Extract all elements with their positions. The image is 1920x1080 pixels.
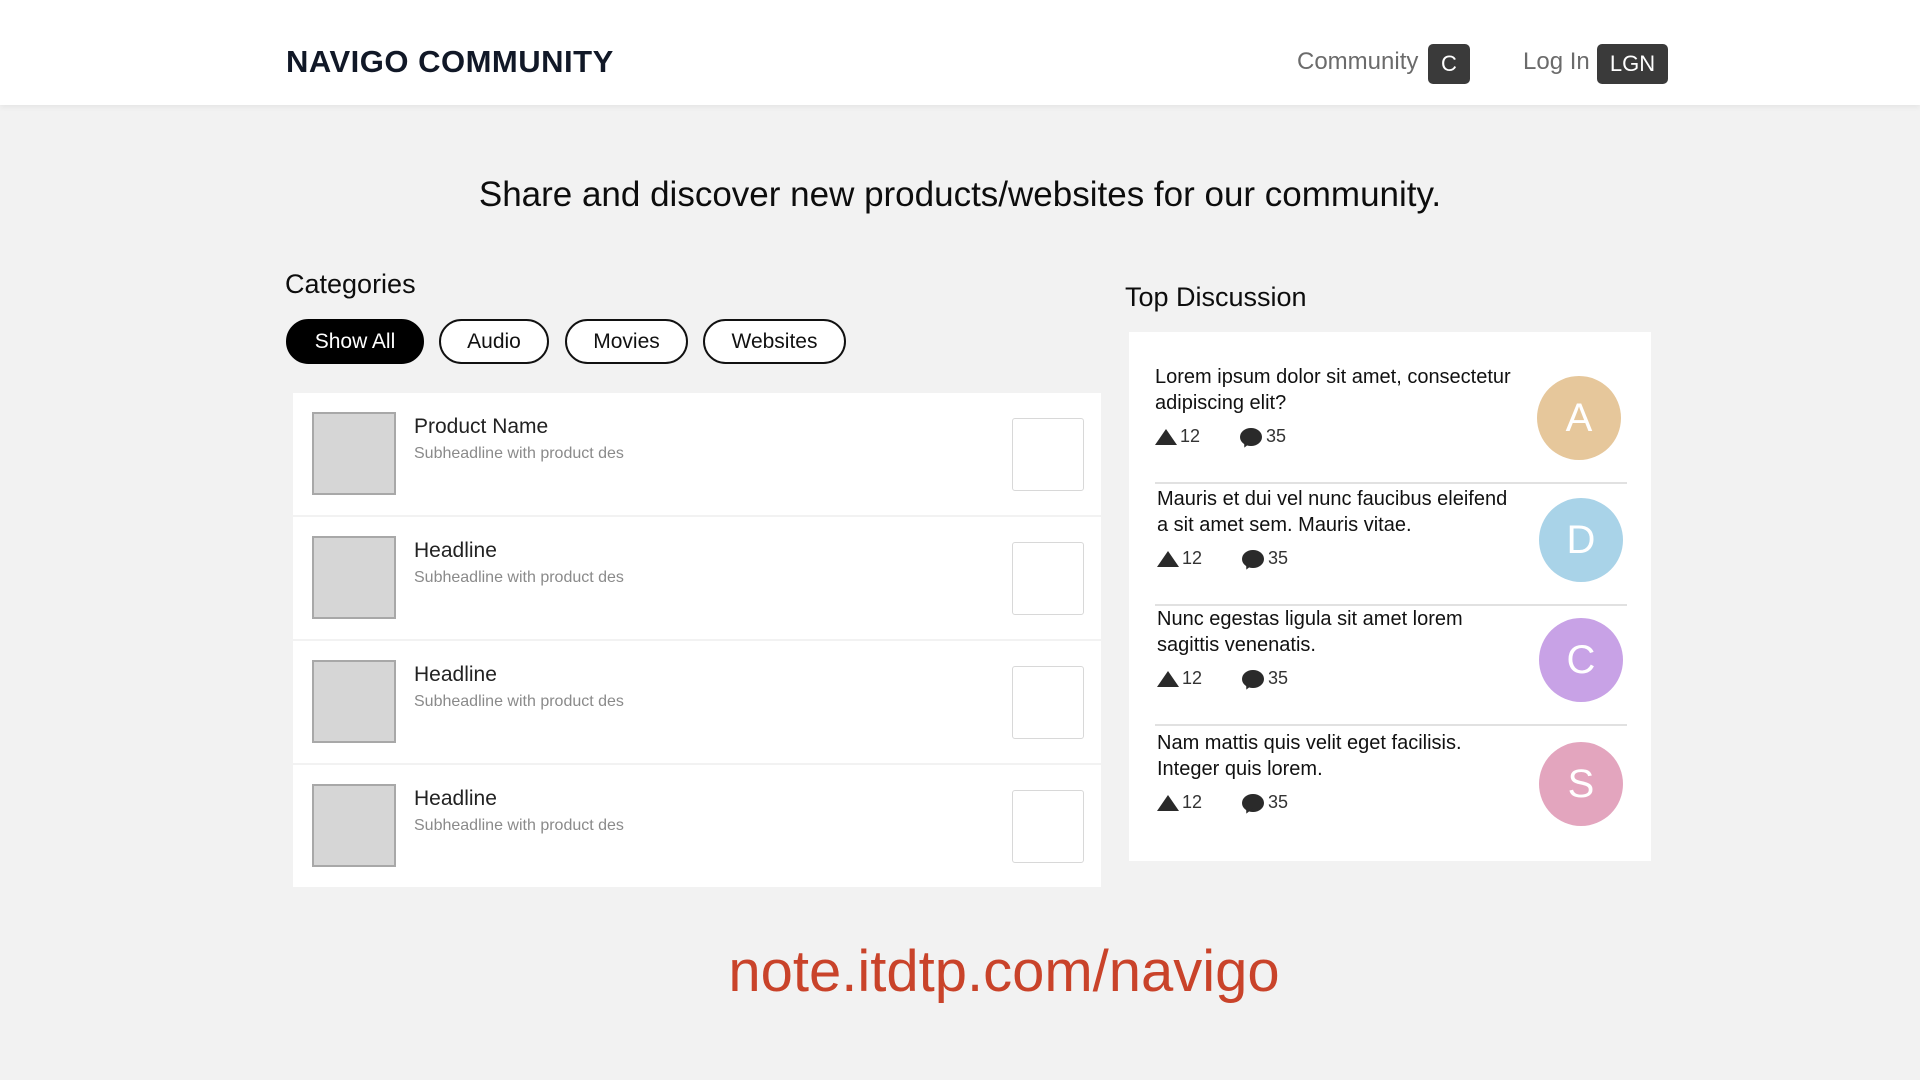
top-navigation-bar: NAVIGO COMMUNITY Community C Log In LGN — [0, 0, 1920, 105]
site-logo[interactable]: NAVIGO COMMUNITY — [286, 44, 614, 80]
product-action-button[interactable] — [1012, 666, 1084, 739]
upvote-count: 12 — [1182, 668, 1203, 688]
comment-count: 35 — [1268, 548, 1289, 568]
category-chip-audio[interactable]: Audio — [439, 319, 549, 364]
footer-url[interactable]: note.itdtp.com/navigo — [0, 938, 1920, 1005]
product-subtitle: Subheadline with product des — [414, 817, 624, 834]
category-chip-movies[interactable]: Movies — [565, 319, 688, 364]
upvote-icon[interactable] — [1157, 794, 1179, 811]
avatar[interactable]: S — [1539, 742, 1623, 826]
discussion-item[interactable]: Mauris et dui vel nunc faucibus eleifend… — [1155, 486, 1627, 606]
divider — [1155, 724, 1627, 726]
upvote-icon[interactable] — [1155, 428, 1177, 445]
discussion-item[interactable]: Nunc egestas ligula sit amet lorem sagit… — [1155, 606, 1627, 726]
avatar[interactable]: D — [1539, 498, 1623, 582]
product-title: Headline — [414, 539, 497, 562]
divider — [1155, 482, 1627, 484]
discussion-item[interactable]: Lorem ipsum dolor sit amet, consectetur … — [1155, 364, 1627, 484]
comment-count: 35 — [1268, 668, 1289, 688]
login-badge[interactable]: LGN — [1597, 44, 1668, 84]
discussion-text[interactable]: Lorem ipsum dolor sit amet, consectetur … — [1155, 364, 1515, 416]
discussion-meta: 12 35 — [1157, 548, 1288, 569]
product-action-button[interactable] — [1012, 542, 1084, 615]
upvote-count: 12 — [1182, 548, 1203, 568]
product-thumbnail — [312, 412, 396, 495]
discussion-meta: 12 35 — [1155, 426, 1286, 447]
page-headline: Share and discover new products/websites… — [478, 175, 1442, 214]
upvote-icon[interactable] — [1157, 550, 1179, 567]
discussion-text[interactable]: Nunc egestas ligula sit amet lorem sagit… — [1157, 606, 1517, 658]
upvote-count: 12 — [1180, 426, 1201, 446]
upvote-count: 12 — [1182, 792, 1203, 812]
avatar[interactable]: A — [1537, 376, 1621, 460]
discussion-text[interactable]: Nam mattis quis velit eget facilisis. In… — [1157, 730, 1517, 782]
product-row[interactable]: Headline Subheadline with product des — [293, 641, 1101, 763]
nav-link-community[interactable]: Community — [1297, 48, 1418, 76]
comment-count: 35 — [1268, 792, 1289, 812]
discussion-meta: 12 35 — [1157, 792, 1288, 813]
category-chip-show-all[interactable]: Show All — [286, 319, 424, 364]
product-subtitle: Subheadline with product des — [414, 693, 624, 710]
upvote-icon[interactable] — [1157, 670, 1179, 687]
comment-icon[interactable] — [1242, 549, 1265, 568]
product-row[interactable]: Headline Subheadline with product des — [293, 517, 1101, 639]
nav-link-login[interactable]: Log In — [1523, 48, 1590, 76]
discussion-item[interactable]: Nam mattis quis velit eget facilisis. In… — [1155, 730, 1627, 850]
discussion-text[interactable]: Mauris et dui vel nunc faucibus eleifend… — [1157, 486, 1517, 538]
product-thumbnail — [312, 784, 396, 867]
product-row[interactable]: Product Name Subheadline with product de… — [293, 393, 1101, 515]
categories-title: Categories — [285, 269, 416, 299]
product-title: Headline — [414, 787, 497, 810]
comment-icon[interactable] — [1242, 669, 1265, 688]
avatar[interactable]: C — [1539, 618, 1623, 702]
product-title: Product Name — [414, 415, 549, 438]
community-badge[interactable]: C — [1428, 44, 1470, 84]
discussion-meta: 12 35 — [1157, 668, 1288, 689]
comment-icon[interactable] — [1242, 793, 1265, 812]
product-title: Headline — [414, 663, 497, 686]
product-action-button[interactable] — [1012, 418, 1084, 491]
product-thumbnail — [312, 536, 396, 619]
top-discussion-title: Top Discussion — [1125, 282, 1307, 312]
comment-count: 35 — [1266, 426, 1287, 446]
product-action-button[interactable] — [1012, 790, 1084, 863]
product-subtitle: Subheadline with product des — [414, 569, 624, 586]
product-thumbnail — [312, 660, 396, 743]
top-discussion-panel: Lorem ipsum dolor sit amet, consectetur … — [1129, 332, 1651, 861]
category-chip-websites[interactable]: Websites — [703, 319, 846, 364]
comment-icon[interactable] — [1240, 427, 1263, 446]
product-subtitle: Subheadline with product des — [414, 445, 624, 462]
product-row[interactable]: Headline Subheadline with product des — [293, 765, 1101, 887]
